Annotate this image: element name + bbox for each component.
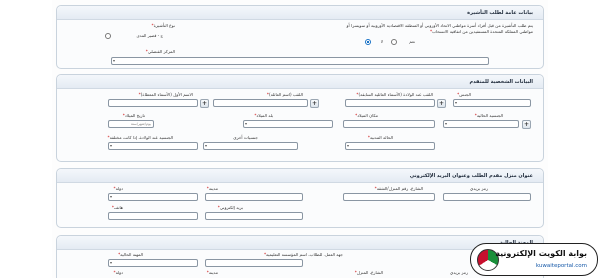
email-input[interactable] <box>205 212 303 220</box>
postal-input[interactable] <box>443 193 531 201</box>
section-title: عنوان منزل مقدم الطلب وعنوان البريد الإل… <box>57 169 543 183</box>
city-input[interactable] <box>205 193 303 201</box>
section-title: بيانات عامة لطلب التأشيرة <box>57 6 543 20</box>
general-data-section: بيانات عامة لطلب التأشيرة نوع التأشيرة* … <box>56 5 544 69</box>
birth-country-label: بلد الميلاد* <box>254 113 273 118</box>
country-select[interactable]: ▾ <box>108 193 198 201</box>
birth-nationality-select[interactable]: ▾ <box>108 142 198 150</box>
work-city-label: مدينة* <box>206 270 218 275</box>
street-label: الشارع، رقم المنزل/الشقة* <box>374 186 423 191</box>
eu-family-question: يتم طلب التأشيرة من قبل أفراد أسرة مواطن… <box>346 23 533 34</box>
birth-date-input[interactable]: يوم/شهر/سنة <box>108 120 154 128</box>
consular-center-select[interactable]: ▾ <box>111 57 489 65</box>
city-label: مدينة* <box>206 186 218 191</box>
visa-type-label: نوع التأشيرة* <box>151 23 175 28</box>
postal-label: رمز بريدي <box>469 186 488 191</box>
employer-label: جهة العمل. للطلاب، اسم المؤسسة التعليمية… <box>263 252 343 257</box>
other-nationalities-select[interactable]: ▾ <box>203 142 298 150</box>
first-name-label: الاسم الأول (الأسماء المعطاة)* <box>138 92 193 97</box>
logo-title: بوابة الكويت الإلكترونية <box>495 249 587 258</box>
surname-input[interactable] <box>213 99 308 107</box>
first-name-input[interactable] <box>108 99 198 107</box>
surname-at-birth-input[interactable] <box>345 99 435 107</box>
nationality-label: الجنسية الحالية* <box>474 113 503 118</box>
yes-label: نعم <box>409 39 415 44</box>
section-title: البيانات الشخصية للمتقدم <box>57 75 543 89</box>
gender-select[interactable]: ▾ <box>453 99 531 107</box>
work-postal-label: رمز بريدي <box>449 270 468 275</box>
add-surname-button[interactable]: + <box>310 99 319 108</box>
nationality-select[interactable]: ▾ <box>443 120 519 128</box>
add-first-name-button[interactable]: + <box>200 99 209 108</box>
job-label: المهنة الحالية* <box>118 252 143 257</box>
work-country-label: دولة* <box>113 270 123 275</box>
birth-country-select[interactable]: ▾ <box>243 120 333 128</box>
visa-type-radio[interactable] <box>105 33 111 39</box>
street-input[interactable] <box>343 193 435 201</box>
marital-status-select[interactable]: ▾ <box>345 142 435 150</box>
marital-status-label: الحالة المدنية* <box>367 135 393 140</box>
personal-data-section: البيانات الشخصية للمتقدم الاسم الأول (ال… <box>56 74 544 162</box>
surname-label: اللقب (اسم العائلة)* <box>266 92 303 97</box>
add-nationality-button[interactable]: + <box>522 120 531 129</box>
visa-type-option: ج - قصير المدى <box>136 33 163 38</box>
birth-nationality-label: الجنسية عند الولادة، إذا كانت مختلفة* <box>107 135 173 140</box>
section-title: المهنة الحالية <box>57 236 543 250</box>
logo-url: kuwaiteportal.com <box>535 263 587 269</box>
surname-at-birth-label: اللقب عند الولادة (الأسماء العائلية السا… <box>356 92 433 97</box>
birth-date-label: تاريخ الميلاد* <box>122 113 145 118</box>
phone-label: هاتف* <box>111 205 123 210</box>
employer-input[interactable] <box>205 259 303 267</box>
address-section: عنوان منزل مقدم الطلب وعنوان البريد الإل… <box>56 168 544 228</box>
gender-label: الجنس* <box>457 92 471 97</box>
country-label: دولة* <box>113 186 123 191</box>
add-surname-at-birth-button[interactable]: + <box>437 99 446 108</box>
other-nationalities-label: جنسيات أخرى <box>233 135 258 140</box>
yes-radio[interactable] <box>391 39 397 45</box>
no-label: لا <box>380 39 383 44</box>
kuwait-eportal-logo: بوابة الكويت الإلكترونية kuwaiteportal.c… <box>470 243 598 276</box>
birth-place-input[interactable] <box>343 120 435 128</box>
birth-date-placeholder: يوم/شهر/سنة <box>130 122 151 126</box>
no-radio[interactable] <box>365 39 371 45</box>
birth-place-label: مكان الميلاد* <box>355 113 378 118</box>
email-label: بريد إلكتروني* <box>217 205 243 210</box>
phone-input[interactable] <box>108 212 198 220</box>
visa-form-page: بيانات عامة لطلب التأشيرة نوع التأشيرة* … <box>52 0 548 278</box>
job-select[interactable]: ▾ <box>108 259 198 267</box>
work-street-label: الشارع، المنزل* <box>354 270 383 275</box>
consular-center-label: المركز القنصلي* <box>145 49 175 54</box>
